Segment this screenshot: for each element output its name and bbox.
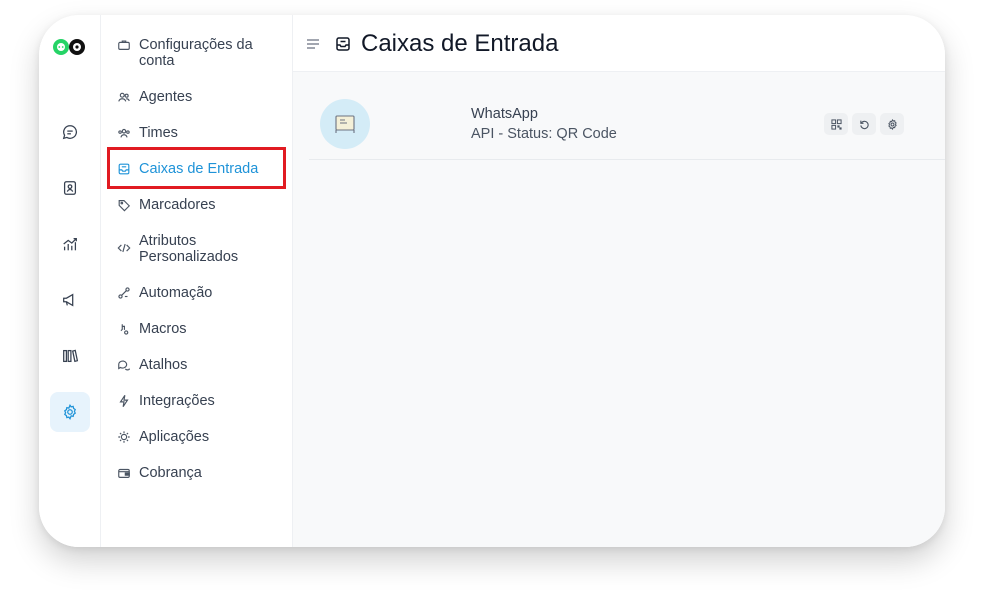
sidebar-item-label: Integrações [139, 393, 215, 409]
sidebar-item-custom-attributes[interactable]: Atributos Personalizados [117, 233, 285, 265]
sidebar-item-label: Marcadores [139, 197, 216, 213]
chat-icon [62, 125, 78, 140]
sidebar-item-agents[interactable]: Agentes [117, 89, 285, 105]
sidebar-item-label: Times [139, 125, 178, 141]
api-channel-icon [335, 115, 355, 133]
sidebar-item-label: Atalhos [139, 357, 188, 373]
puzzle-icon [118, 431, 130, 443]
sidebar-item-automation[interactable]: Automação [117, 285, 285, 301]
flash-icon [119, 394, 129, 408]
code-icon [117, 243, 131, 253]
automation-icon [118, 287, 130, 299]
refresh-icon [859, 120, 869, 129]
wallet-icon [118, 468, 130, 478]
contacts-icon [63, 181, 77, 195]
rail-library-button[interactable] [50, 336, 90, 376]
reports-icon [63, 237, 77, 251]
rail-campaigns-button[interactable] [50, 280, 90, 320]
briefcase-icon [118, 40, 130, 50]
campaigns-icon [63, 293, 74, 307]
team-icon [118, 128, 130, 138]
inbox-actions [824, 113, 904, 135]
settings-button[interactable] [880, 113, 904, 135]
sidebar-item-label: Configurações da conta [139, 37, 253, 69]
people-icon [118, 92, 130, 102]
rail-conversations-button[interactable] [50, 112, 90, 152]
qr-code-icon [830, 118, 842, 130]
sidebar-item-applications[interactable]: Aplicações [117, 429, 285, 445]
icon-rail [39, 15, 101, 547]
macro-icon [120, 324, 129, 335]
sidebar-item-shortcuts[interactable]: Atalhos [117, 357, 285, 373]
sidebar-item-label: Atributos Personalizados [139, 233, 239, 265]
sidebar-item-label: Agentes [139, 89, 193, 105]
inbox-icon [336, 37, 350, 51]
sidebar-item-label: Macros [139, 321, 187, 337]
library-icon [63, 349, 79, 363]
refresh-button[interactable] [852, 113, 876, 135]
settings-sidebar: Configurações da conta Agentes Times Cai… [101, 15, 293, 547]
inbox-name: WhatsApp [471, 106, 538, 122]
menu-icon[interactable] [306, 38, 320, 50]
page-title: Caixas de Entrada [361, 30, 559, 57]
sidebar-item-label: Automação [139, 285, 213, 301]
main-content: Caixas de Entrada WhatsApp API - Status:… [293, 15, 945, 547]
page-header: Caixas de Entrada [293, 15, 945, 72]
inbox-row[interactable]: WhatsApp API - Status: QR Code [309, 95, 945, 160]
settings-gear-icon [63, 403, 77, 421]
sidebar-item-macros[interactable]: Macros [117, 321, 285, 337]
qr-code-button[interactable] [824, 113, 848, 135]
settings-icon [887, 118, 897, 130]
rail-settings-button[interactable] [50, 392, 90, 432]
sidebar-item-billing[interactable]: Cobrança [117, 465, 285, 481]
rail-contacts-button[interactable] [50, 168, 90, 208]
app-logo [53, 39, 85, 55]
app-window: Configurações da conta Agentes Times Cai… [39, 15, 945, 547]
inbox-status: API - Status: QR Code [471, 126, 617, 142]
speech-bubbles-icon [118, 360, 130, 371]
sidebar-item-teams[interactable]: Times [117, 125, 285, 141]
tag-icon [118, 200, 131, 212]
sidebar-item-label: Aplicações [139, 429, 210, 445]
inbox-avatar [320, 99, 370, 149]
sidebar-item-label: Cobrança [139, 465, 202, 481]
sidebar-item-integrations[interactable]: Integrações [117, 393, 285, 409]
sidebar-item-labels[interactable]: Marcadores [117, 197, 285, 213]
sidebar-item-account-settings[interactable]: Configurações da conta [117, 37, 285, 69]
highlight-box [107, 147, 286, 189]
rail-reports-button[interactable] [50, 224, 90, 264]
